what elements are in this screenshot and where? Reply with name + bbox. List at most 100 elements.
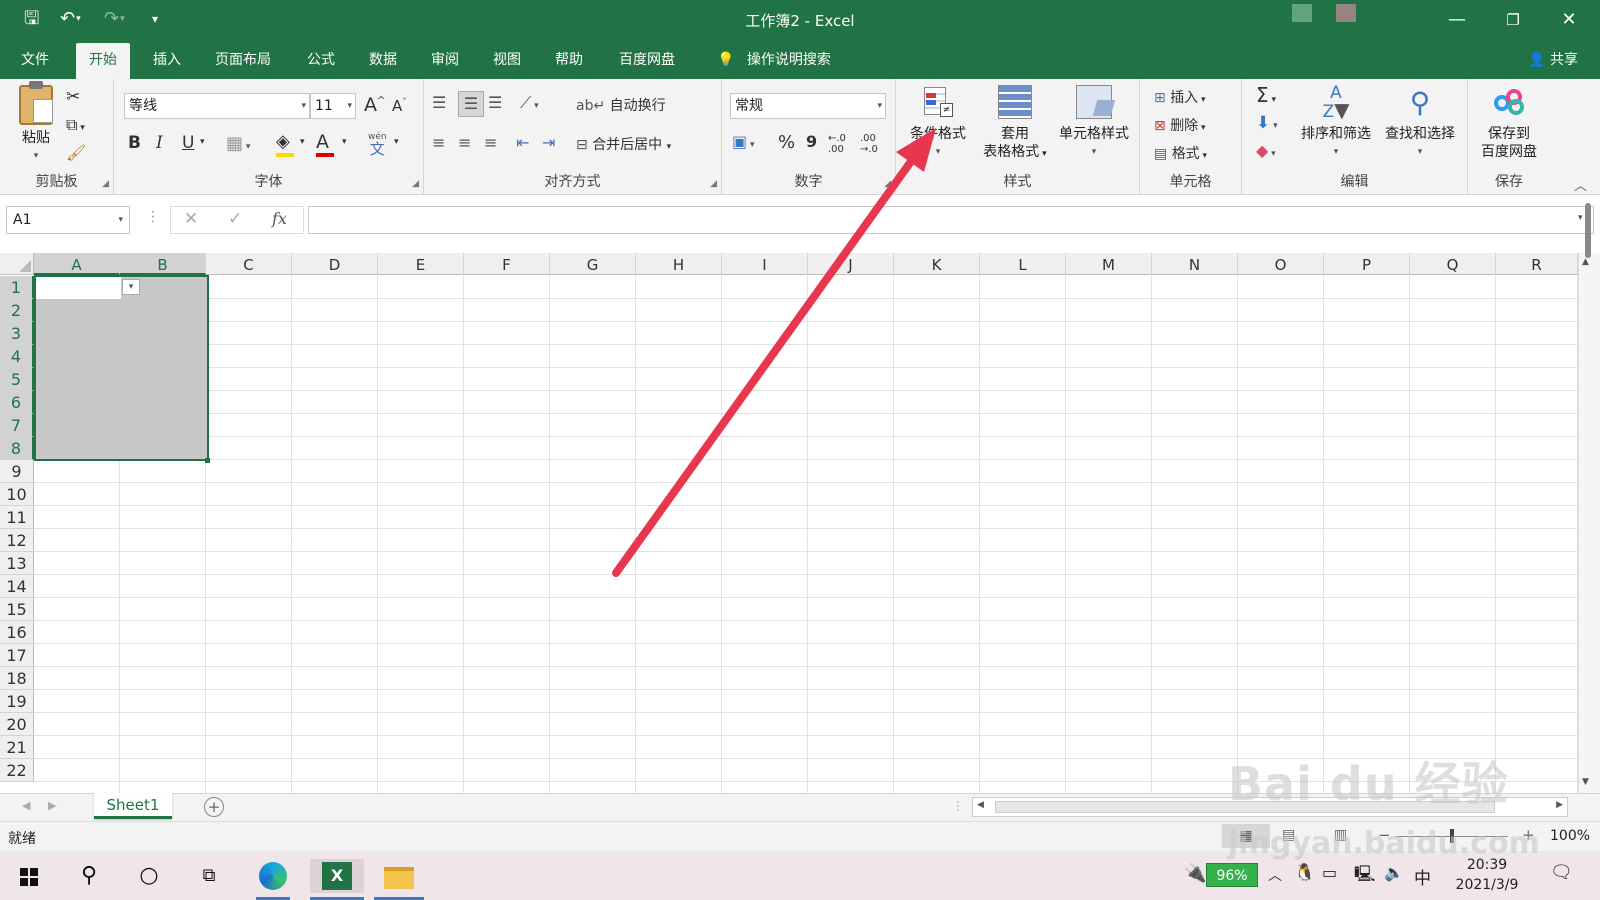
select-all-corner[interactable] — [0, 253, 34, 275]
share-button[interactable]: 👤 共享 — [1528, 40, 1578, 80]
phonetic-guide-icon[interactable]: wén 文 — [368, 131, 387, 157]
column-header-l[interactable]: L — [980, 253, 1066, 275]
network-icon[interactable]: 🖳 — [1354, 863, 1375, 890]
collapse-ribbon-icon[interactable]: ︿ — [1574, 175, 1587, 194]
row-header-11[interactable]: 11 — [0, 506, 34, 529]
underline-button[interactable]: U — [182, 133, 194, 153]
dialog-launcher-icon[interactable]: ◢ — [102, 179, 109, 189]
italic-button[interactable]: I — [156, 133, 163, 153]
expand-formula-icon[interactable]: ▾ — [1578, 213, 1583, 223]
row-header-21[interactable]: 21 — [0, 736, 34, 759]
autosum-icon[interactable]: Σ ▾ — [1256, 83, 1276, 107]
column-header-o[interactable]: O — [1238, 253, 1324, 275]
row-header-4[interactable]: 4 — [0, 345, 34, 368]
search-icon[interactable]: ⚲ — [72, 859, 106, 893]
column-header-f[interactable]: F — [464, 253, 550, 275]
add-sheet-button[interactable]: + — [204, 797, 224, 817]
column-header-g[interactable]: G — [550, 253, 636, 275]
row-header-13[interactable]: 13 — [0, 552, 34, 575]
row-header-18[interactable]: 18 — [0, 667, 34, 690]
cell-styles-button[interactable]: 单元格样式 ▾ — [1052, 85, 1136, 161]
cancel-icon[interactable]: ✕ — [184, 209, 198, 229]
chevron-down-icon[interactable]: ▾ — [200, 137, 205, 147]
minimize-button[interactable]: — — [1437, 6, 1477, 34]
align-left-icon[interactable]: ≡ — [432, 133, 445, 152]
row-header-15[interactable]: 15 — [0, 598, 34, 621]
volume-icon[interactable]: 🔈 — [1384, 863, 1404, 882]
dialog-launcher-icon[interactable]: ◢ — [412, 179, 419, 189]
battery-icon[interactable]: ▭ — [1322, 863, 1337, 882]
battery-level[interactable]: 96% — [1206, 863, 1258, 887]
column-header-j[interactable]: J — [808, 253, 894, 275]
next-sheet-icon[interactable]: ▶ — [48, 799, 56, 812]
tab-data[interactable]: 数据 — [356, 40, 410, 79]
close-button[interactable]: ✕ — [1549, 6, 1589, 34]
format-cells-button[interactable]: ▤ 格式 ▾ — [1154, 143, 1207, 163]
increase-indent-icon[interactable]: ⇥ — [542, 133, 555, 152]
font-size-box[interactable]: 11 ▾ — [310, 93, 356, 119]
fill-down-icon[interactable]: ⬇ ▾ — [1256, 113, 1278, 133]
enter-icon[interactable]: ✓ — [228, 209, 242, 229]
align-bottom-icon[interactable]: ☰ — [488, 93, 502, 112]
column-header-q[interactable]: Q — [1410, 253, 1496, 275]
tab-formulas[interactable]: 公式 — [294, 40, 348, 79]
row-header-16[interactable]: 16 — [0, 621, 34, 644]
column-header-e[interactable]: E — [378, 253, 464, 275]
task-view-icon[interactable]: ⧉ — [192, 859, 226, 893]
delete-cells-button[interactable]: ⊠ 删除 ▾ — [1154, 115, 1206, 135]
vertical-scrollbar[interactable]: ▲ ▼ — [1578, 203, 1600, 793]
prev-sheet-icon[interactable]: ◀ — [22, 799, 30, 812]
bold-button[interactable]: B — [128, 133, 141, 153]
notification-icon[interactable]: 🗨 — [1550, 862, 1573, 883]
paste-button[interactable]: 粘贴 ▾ — [14, 81, 58, 165]
row-header-20[interactable]: 20 — [0, 713, 34, 736]
chevron-down-icon[interactable]: ▾ — [300, 137, 305, 147]
number-format-box[interactable]: 常规 ▾ — [730, 93, 886, 119]
column-header-k[interactable]: K — [894, 253, 980, 275]
row-header-2[interactable]: 2 — [0, 299, 34, 322]
filter-dropdown-button[interactable]: ▾ — [122, 279, 140, 295]
grow-font-icon[interactable]: A^ — [364, 94, 385, 116]
column-header-a[interactable]: A — [34, 253, 120, 275]
tab-view[interactable]: 视图 — [480, 40, 534, 79]
scroll-right-icon[interactable]: ▶ — [1556, 800, 1563, 810]
column-header-i[interactable]: I — [722, 253, 808, 275]
row-header-8[interactable]: 8 — [0, 437, 34, 460]
fill-handle[interactable] — [205, 458, 210, 463]
show-hidden-icons-icon[interactable]: ︿ — [1268, 865, 1282, 885]
clock[interactable]: 20:39 2021/3/9 — [1446, 855, 1528, 895]
scroll-up-icon[interactable]: ▲ — [1582, 257, 1589, 267]
zoom-level[interactable]: 100% — [1550, 828, 1590, 844]
tab-review[interactable]: 审阅 — [418, 40, 472, 79]
row-header-6[interactable]: 6 — [0, 391, 34, 414]
row-header-19[interactable]: 19 — [0, 690, 34, 713]
column-header-n[interactable]: N — [1152, 253, 1238, 275]
tab-page-layout[interactable]: 页面布局 — [202, 40, 284, 79]
column-header-b[interactable]: B — [120, 253, 206, 275]
font-color-icon[interactable]: A — [316, 131, 334, 157]
row-header-3[interactable]: 3 — [0, 322, 34, 345]
align-center-icon[interactable]: ≡ — [458, 133, 471, 152]
cortana-icon[interactable]: ○ — [132, 859, 166, 893]
file-explorer-icon[interactable] — [374, 859, 424, 900]
conditional-formatting-button[interactable]: ≠ 条件格式 ▾ — [902, 85, 974, 161]
column-header-p[interactable]: P — [1324, 253, 1410, 275]
edge-icon[interactable] — [256, 859, 290, 900]
align-middle-icon[interactable]: ☰ — [458, 91, 484, 117]
scroll-left-icon[interactable]: ◀ — [977, 800, 984, 810]
ime-indicator[interactable]: 中 — [1414, 864, 1431, 889]
decrease-indent-icon[interactable]: ⇤ — [516, 133, 529, 152]
worksheet-grid[interactable]: ABCDEFGHIJKLMNOPQR 1 2 3 4 5 6 7 8 9 10 11 12 13 14 15… — [0, 253, 1580, 793]
decrease-decimal-button[interactable]: .00 →.0 — [860, 133, 888, 155]
formula-input[interactable] — [308, 206, 1594, 234]
row-header-1[interactable]: 1 — [0, 276, 34, 299]
row-header-17[interactable]: 17 — [0, 644, 34, 667]
qq-icon[interactable]: 🐧 — [1294, 863, 1315, 883]
insert-cells-button[interactable]: ⊞ 插入 ▾ — [1154, 87, 1206, 107]
comma-style-button[interactable]: 9 — [806, 132, 817, 151]
font-name-box[interactable]: 等线 ▾ — [124, 93, 310, 119]
row-header-9[interactable]: 9 — [0, 460, 34, 483]
copy-icon[interactable]: ⧉ ▾ — [66, 115, 85, 135]
column-header-h[interactable]: H — [636, 253, 722, 275]
sheet-tab-sheet1[interactable]: Sheet1 — [94, 793, 172, 819]
